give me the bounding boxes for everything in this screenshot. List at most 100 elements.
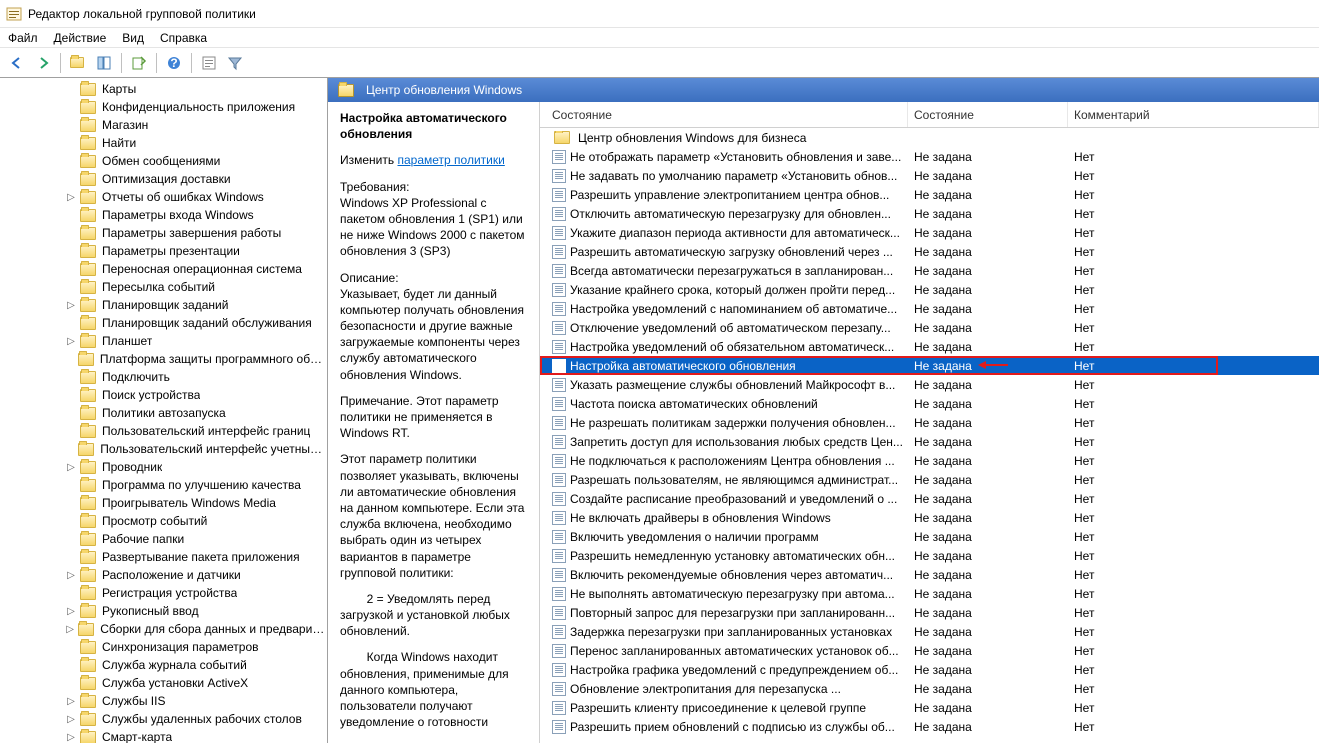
tree-item[interactable]: Синхронизация параметров — [0, 638, 327, 656]
export-button[interactable] — [128, 52, 150, 74]
expander-icon[interactable]: ▷ — [64, 604, 78, 618]
list-row[interactable]: Не включать драйверы в обновления Window… — [540, 508, 1319, 527]
up-button[interactable] — [67, 52, 89, 74]
tree-item[interactable]: ▷Отчеты об ошибках Windows — [0, 188, 327, 206]
list-row[interactable]: Разрешить управление электропитанием цен… — [540, 185, 1319, 204]
list-row[interactable]: Отключение уведомлений об автоматическом… — [540, 318, 1319, 337]
list-body[interactable]: Центр обновления Windows для бизнесаНе о… — [540, 128, 1319, 743]
tree-item[interactable]: Программа по улучшению качества — [0, 476, 327, 494]
list-row[interactable]: Не выполнять автоматическую перезагрузку… — [540, 584, 1319, 603]
menu-bar: Файл Действие Вид Справка — [0, 28, 1319, 48]
tree-item[interactable]: Параметры входа Windows — [0, 206, 327, 224]
menu-action[interactable]: Действие — [54, 31, 107, 45]
expander-icon[interactable]: ▷ — [64, 190, 78, 204]
list-row[interactable]: Указать размещение службы обновлений Май… — [540, 375, 1319, 394]
tree-item[interactable]: ▷Сборки для сбора данных и предварительн… — [0, 620, 327, 638]
list-row[interactable]: Разрешить клиенту присоединение к целево… — [540, 698, 1319, 717]
list-row[interactable]: Задержка перезагрузки при запланированны… — [540, 622, 1319, 641]
list-row[interactable]: Разрешить прием обновлений с подписью из… — [540, 717, 1319, 736]
tree-item[interactable]: Параметры завершения работы — [0, 224, 327, 242]
list-row[interactable]: Частота поиска автоматических обновлений… — [540, 394, 1319, 413]
tree-item[interactable]: Проигрыватель Windows Media — [0, 494, 327, 512]
edit-policy-link[interactable]: параметр политики — [397, 153, 504, 167]
tree-item[interactable]: Пересылка событий — [0, 278, 327, 296]
list-row[interactable]: Не отображать параметр «Установить обнов… — [540, 147, 1319, 166]
list-row[interactable]: Разрешить автоматическую загрузку обновл… — [540, 242, 1319, 261]
tree-item[interactable]: ▷Проводник — [0, 458, 327, 476]
tree-item[interactable]: Служба установки ActiveX — [0, 674, 327, 692]
tree-item-label: Планировщик заданий — [100, 298, 228, 312]
tree-item[interactable]: Регистрация устройства — [0, 584, 327, 602]
list-row[interactable]: Перенос запланированных автоматических у… — [540, 641, 1319, 660]
tree-item[interactable]: Пользовательский интерфейс учетных данны… — [0, 440, 327, 458]
list-row[interactable]: Не задавать по умолчанию параметр «Устан… — [540, 166, 1319, 185]
expander-icon[interactable]: ▷ — [64, 730, 78, 743]
tree-item[interactable]: ▷Смарт-карта — [0, 728, 327, 743]
tree-item[interactable]: Обмен сообщениями — [0, 152, 327, 170]
tree-item[interactable]: Подключить — [0, 368, 327, 386]
list-row[interactable]: Включить рекомендуемые обновления через … — [540, 565, 1319, 584]
col-comment[interactable]: Комментарий — [1068, 102, 1319, 127]
expander-icon[interactable]: ▷ — [64, 712, 78, 726]
tree-item[interactable]: ▷Планшет — [0, 332, 327, 350]
list-row[interactable]: Не подключаться к расположениям Центра о… — [540, 451, 1319, 470]
help-button[interactable]: ? — [163, 52, 185, 74]
expander-icon[interactable]: ▷ — [64, 694, 78, 708]
filter-button[interactable] — [224, 52, 246, 74]
expander-icon[interactable]: ▷ — [64, 460, 78, 474]
tree-item[interactable]: Оптимизация доставки — [0, 170, 327, 188]
list-row[interactable]: Укажите диапазон периода активности для … — [540, 223, 1319, 242]
tree-item[interactable]: Рабочие папки — [0, 530, 327, 548]
tree-item[interactable]: Развертывание пакета приложения — [0, 548, 327, 566]
menu-file[interactable]: Файл — [8, 31, 38, 45]
forward-button[interactable] — [32, 52, 54, 74]
tree-item[interactable]: ▷Расположение и датчики — [0, 566, 327, 584]
list-row[interactable]: Настройка уведомлений об обязательном ав… — [540, 337, 1319, 356]
tree-item[interactable]: Платформа защиты программного обеспечени… — [0, 350, 327, 368]
expander-icon[interactable]: ▷ — [64, 568, 78, 582]
tree-item[interactable]: Планировщик заданий обслуживания — [0, 314, 327, 332]
list-row[interactable]: Повторный запрос для перезагрузки при за… — [540, 603, 1319, 622]
tree-item[interactable]: Политики автозапуска — [0, 404, 327, 422]
list-row[interactable]: Разрешить немедленную установку автомати… — [540, 546, 1319, 565]
scope-tree[interactable]: КартыКонфиденциальность приложенияМагази… — [0, 78, 328, 743]
tree-item[interactable]: ▷ Планировщик заданий — [0, 296, 327, 314]
tree-item[interactable]: Конфиденциальность приложения — [0, 98, 327, 116]
list-row[interactable]: Включить уведомления о наличии программН… — [540, 527, 1319, 546]
col-state[interactable]: Состояние — [908, 102, 1068, 127]
tree-item[interactable]: Магазин — [0, 116, 327, 134]
expander-icon[interactable]: ▷ — [64, 622, 76, 636]
tree-item[interactable]: Карты — [0, 80, 327, 98]
list-row[interactable]: Всегда автоматически перезагружаться в з… — [540, 261, 1319, 280]
menu-view[interactable]: Вид — [122, 31, 144, 45]
list-row[interactable]: Настройка графика уведомлений с предупре… — [540, 660, 1319, 679]
list-row[interactable]: Центр обновления Windows для бизнеса — [540, 128, 1319, 147]
list-row[interactable]: Настройка автоматического обновленияНе з… — [540, 356, 1319, 375]
properties-button[interactable] — [198, 52, 220, 74]
list-row[interactable]: Создайте расписание преобразований и уве… — [540, 489, 1319, 508]
tree-item[interactable]: ▷Службы IIS — [0, 692, 327, 710]
back-button[interactable] — [6, 52, 28, 74]
tree-item[interactable]: Просмотр событий — [0, 512, 327, 530]
expander-icon[interactable]: ▷ — [64, 334, 78, 348]
list-row[interactable]: Указание крайнего срока, который должен … — [540, 280, 1319, 299]
tree-item[interactable]: Служба журнала событий — [0, 656, 327, 674]
tree-item[interactable]: Пользовательский интерфейс границ — [0, 422, 327, 440]
list-row[interactable]: Разрешать пользователям, не являющимся а… — [540, 470, 1319, 489]
folder-icon — [80, 677, 96, 690]
show-hide-button[interactable] — [93, 52, 115, 74]
menu-help[interactable]: Справка — [160, 31, 207, 45]
tree-item[interactable]: Найти — [0, 134, 327, 152]
list-row[interactable]: Не разрешать политикам задержки получени… — [540, 413, 1319, 432]
tree-item[interactable]: Параметры презентации — [0, 242, 327, 260]
tree-item[interactable]: ▷Службы удаленных рабочих столов — [0, 710, 327, 728]
list-row[interactable]: Настройка уведомлений с напоминанием об … — [540, 299, 1319, 318]
list-row[interactable]: Отключить автоматическую перезагрузку дл… — [540, 204, 1319, 223]
tree-item[interactable]: Переносная операционная система — [0, 260, 327, 278]
tree-item[interactable]: Поиск устройства — [0, 386, 327, 404]
list-row[interactable]: Обновление электропитания для перезапуск… — [540, 679, 1319, 698]
tree-item[interactable]: ▷Рукописный ввод — [0, 602, 327, 620]
expander-icon[interactable]: ▷ — [64, 298, 78, 312]
list-row[interactable]: Запретить доступ для использования любых… — [540, 432, 1319, 451]
col-name[interactable]: Состояние — [546, 102, 908, 127]
